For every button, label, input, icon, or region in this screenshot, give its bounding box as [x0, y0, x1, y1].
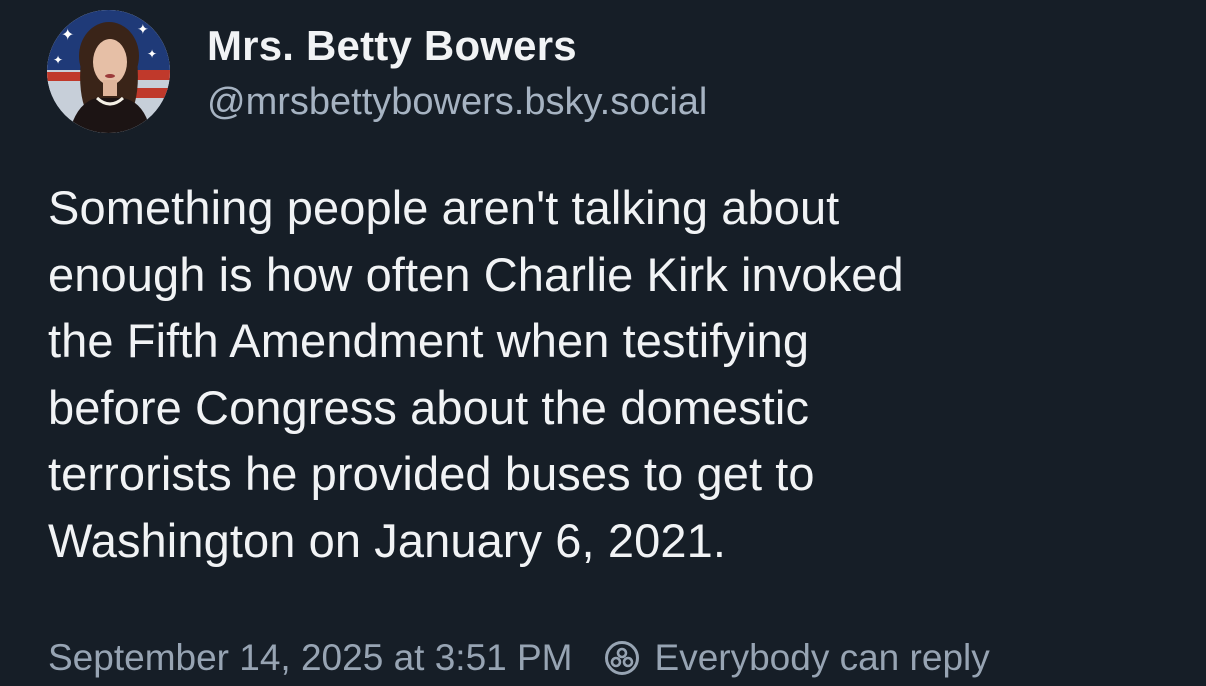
post-text-line: enough is how often Charlie Kirk invoked	[48, 247, 904, 301]
post-text-line: before Congress about the domestic	[48, 380, 810, 434]
reply-settings-icon[interactable]	[603, 639, 641, 677]
post-card: ✦ ✦ ✦ ✦ Mrs. Betty Bowers @mrsbettybower…	[0, 0, 1206, 682]
svg-text:✦: ✦	[61, 25, 74, 44]
avatar-image: ✦ ✦ ✦ ✦	[47, 10, 170, 133]
post-timestamp[interactable]: September 14, 2025 at 3:51 PM	[48, 637, 573, 679]
svg-text:✦: ✦	[137, 22, 149, 38]
post-meta: September 14, 2025 at 3:51 PM Everybody …	[48, 634, 990, 682]
author-display-name[interactable]: Mrs. Betty Bowers	[207, 20, 707, 72]
reply-setting-label[interactable]: Everybody can reply	[655, 637, 990, 679]
post-text-line: terrorists he provided buses to get to	[48, 447, 815, 500]
author-handle[interactable]: @mrsbettybowers.bsky.social	[207, 78, 707, 126]
post-text: Something people aren't talking about en…	[48, 175, 1168, 574]
avatar[interactable]: ✦ ✦ ✦ ✦	[47, 10, 170, 133]
author-info: Mrs. Betty Bowers @mrsbettybowers.bsky.s…	[207, 20, 707, 126]
svg-text:✦: ✦	[147, 47, 157, 61]
post-text-line: the Fifth Amendment when testifying	[48, 314, 810, 367]
post-text-line: Something people aren't talking about	[48, 181, 840, 234]
svg-text:✦: ✦	[53, 53, 63, 67]
post-text-line: Washington on January 6, 2021.	[48, 513, 726, 567]
